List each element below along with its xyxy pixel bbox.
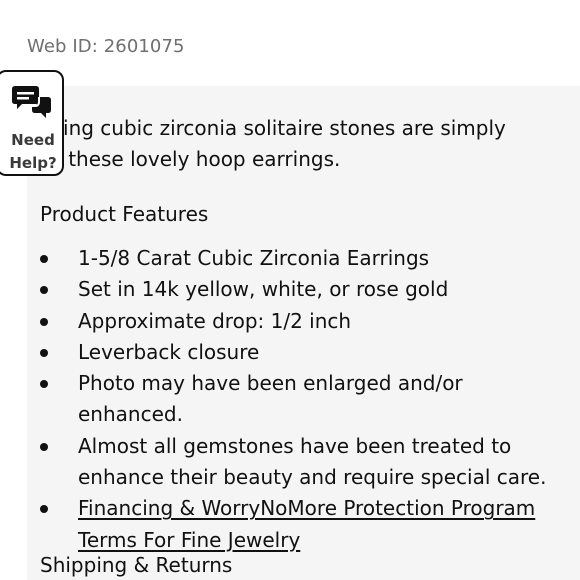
need-help-label: Need Help? [8, 129, 58, 175]
bullet-icon [40, 380, 48, 389]
feature-text: Photo may have been enlarged and/or enha… [78, 371, 463, 427]
feature-text: Approximate drop: 1/2 inch [78, 308, 352, 333]
feature-item-gemstone-care: Almost all gemstones have been treated t… [40, 431, 570, 494]
feature-item-drop: Approximate drop: 1/2 inch [40, 306, 570, 337]
financing-terms-link[interactable]: Financing & WorryNoMore Protection Progr… [78, 496, 535, 551]
feature-item-photo-note: Photo may have been enlarged and/or enha… [40, 368, 570, 431]
feature-text: 1-5/8 Carat Cubic Zirconia Earrings [78, 246, 430, 270]
feature-text: Leverback closure [78, 339, 260, 364]
product-description-line-2: set on these lovely hoop earrings. [0, 147, 341, 171]
product-details-page: Web ID: 2601075 Sparkling cubic zirconia… [0, 0, 580, 580]
feature-text: Set in 14k yellow, white, or rose gold [78, 277, 449, 302]
feature-text: Almost all gemstones have been treated t… [78, 433, 547, 490]
need-help-line-1: Need [11, 131, 55, 149]
need-help-line-2: Help? [9, 154, 57, 172]
product-features-list: 1-5/8 Carat Cubic Zirconia Earrings Set … [40, 243, 570, 556]
bullet-icon [40, 286, 48, 295]
bullet-icon [40, 442, 48, 451]
product-features-heading: Product Features [40, 202, 209, 226]
feature-item-metal: Set in 14k yellow, white, or rose gold [40, 274, 570, 305]
chat-bubbles-icon [12, 86, 51, 118]
bullet-icon [40, 255, 48, 263]
feature-item-closure: Leverback closure [40, 337, 570, 368]
feature-item-financing: Financing & WorryNoMore Protection Progr… [40, 493, 570, 556]
need-help-button[interactable]: Need Help? [0, 70, 64, 176]
bullet-icon [40, 317, 48, 326]
product-description-line-1: Sparkling cubic zirconia solitaire stone… [0, 116, 506, 140]
bullet-icon [40, 505, 48, 514]
product-description: Sparkling cubic zirconia solitaire stone… [0, 113, 560, 175]
shipping-returns-heading: Shipping & Returns [40, 553, 233, 577]
web-id: Web ID: 2601075 [27, 36, 185, 57]
feature-item-carat: 1-5/8 Carat Cubic Zirconia Earrings [40, 243, 570, 274]
bullet-icon [40, 348, 48, 357]
